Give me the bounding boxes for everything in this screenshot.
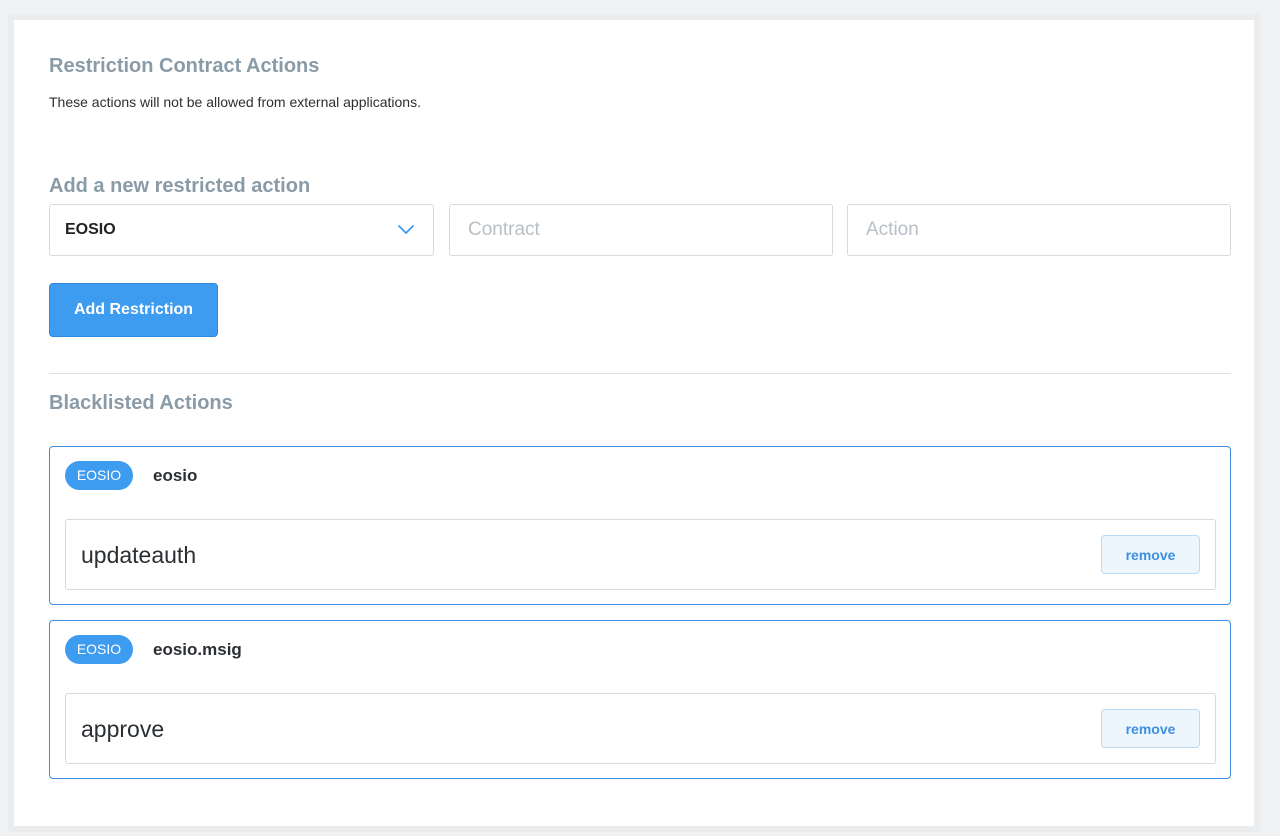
contract-field bbox=[449, 204, 833, 256]
contract-input[interactable] bbox=[450, 205, 832, 255]
remove-button[interactable]: remove bbox=[1101, 535, 1200, 574]
add-restriction-button[interactable]: Add Restriction bbox=[49, 283, 218, 337]
page-title: Restriction Contract Actions bbox=[49, 55, 320, 77]
page-subtitle: These actions will not be allowed from e… bbox=[49, 94, 421, 110]
blockchain-badge: EOSIO bbox=[65, 635, 133, 664]
action-name: approve bbox=[81, 716, 165, 742]
blacklisted-action-row: approve remove bbox=[65, 693, 1216, 764]
chevron-down-icon bbox=[398, 225, 414, 234]
remove-button[interactable]: remove bbox=[1101, 709, 1200, 748]
add-section-title: Add a new restricted action bbox=[49, 175, 311, 197]
contract-name: eosio bbox=[153, 466, 198, 485]
blacklist-group: EOSIO eosio updateauth remove bbox=[49, 446, 1231, 605]
blacklisted-action-row: updateauth remove bbox=[65, 519, 1216, 590]
action-input[interactable] bbox=[848, 205, 1230, 255]
contract-name: eosio.msig bbox=[153, 640, 242, 659]
section-divider bbox=[49, 373, 1231, 374]
action-field bbox=[847, 204, 1231, 256]
blacklist-group: EOSIO eosio.msig approve remove bbox=[49, 620, 1231, 779]
action-name: updateauth bbox=[81, 542, 197, 568]
blockchain-select-value: EOSIO bbox=[65, 221, 116, 238]
blockchain-badge: EOSIO bbox=[65, 461, 133, 490]
blacklist-title: Blacklisted Actions bbox=[49, 392, 233, 414]
blockchain-select[interactable]: EOSIO bbox=[49, 204, 434, 256]
settings-panel: Restriction Contract Actions These actio… bbox=[8, 14, 1260, 832]
